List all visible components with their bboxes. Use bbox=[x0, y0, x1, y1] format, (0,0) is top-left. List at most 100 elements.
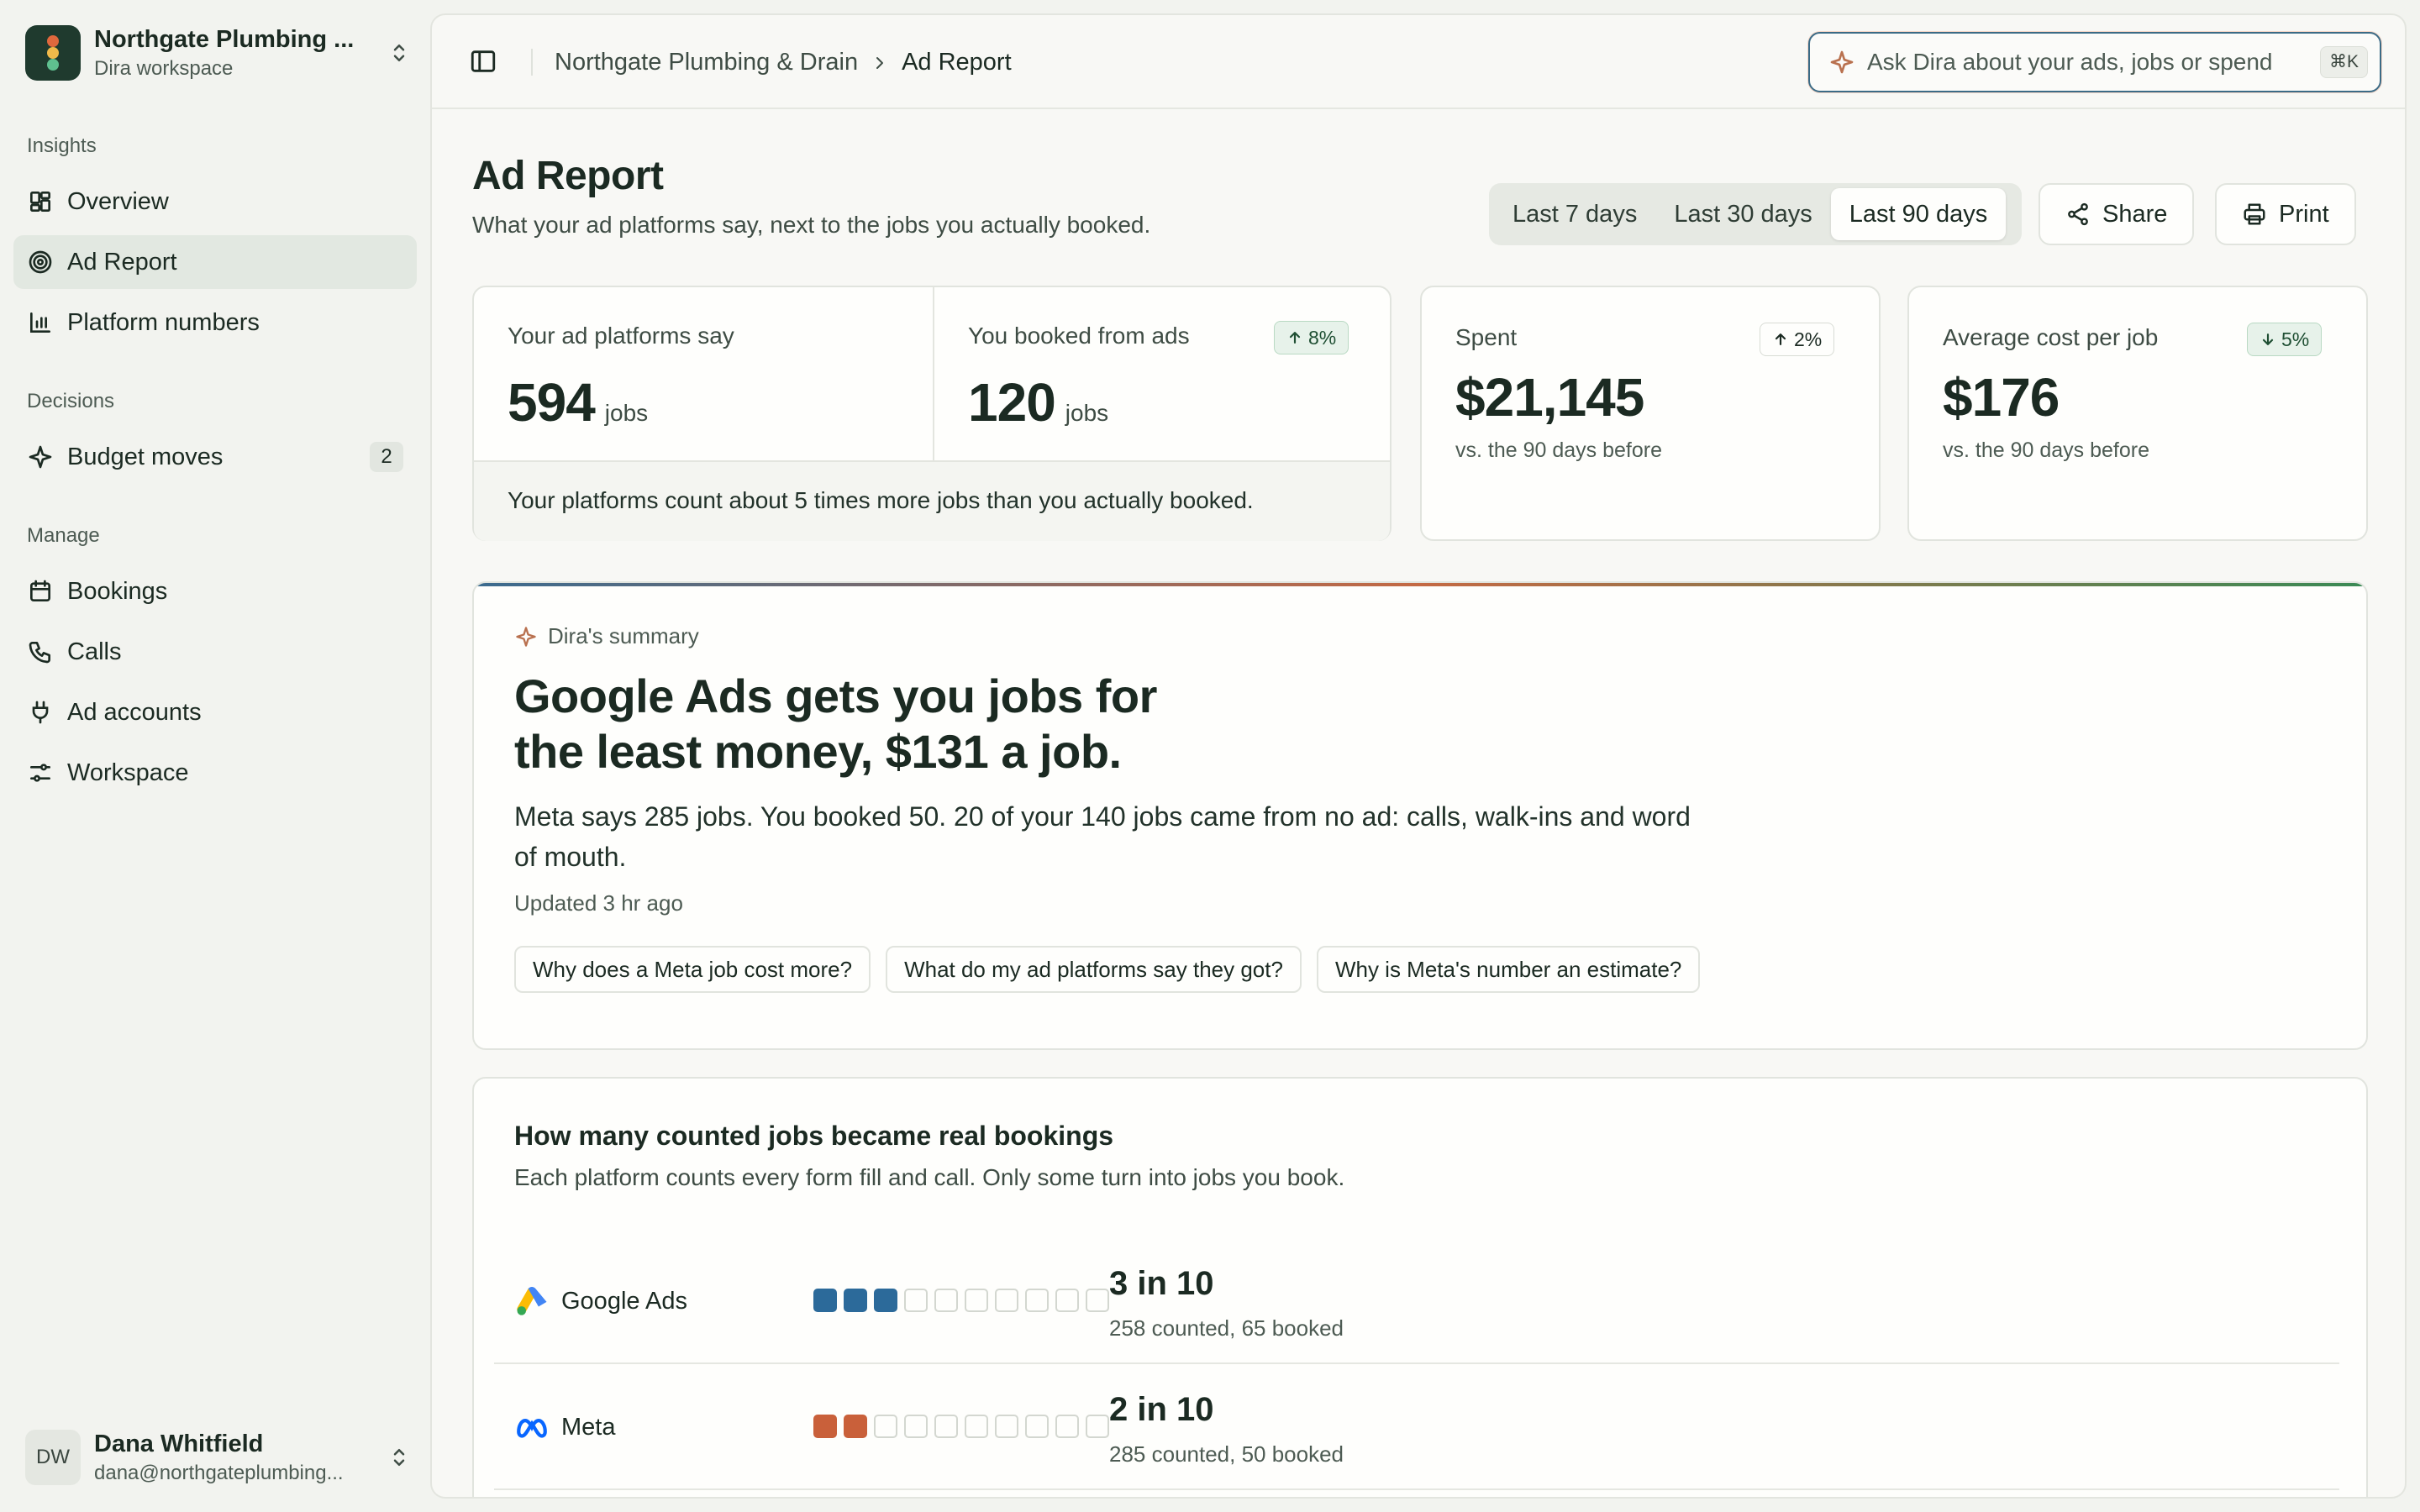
sidebar-item-workspace[interactable]: Workspace bbox=[13, 746, 417, 800]
print-label: Print bbox=[2279, 200, 2329, 228]
conversion-squares bbox=[813, 1289, 1116, 1312]
sidebar-item-label: Ad accounts bbox=[67, 698, 202, 726]
platforms-vs-booked-card: Your ad platforms say 594 jobs You booked… bbox=[472, 286, 1392, 541]
avatar: DW bbox=[25, 1430, 81, 1485]
platforms-say-label: Your ad platforms say bbox=[508, 323, 734, 349]
cost-per-job-note: vs. the 90 days before bbox=[1943, 438, 2149, 462]
sidebar-item-ad-accounts[interactable]: Ad accounts bbox=[13, 685, 417, 739]
summary-label: Dira's summary bbox=[514, 623, 699, 649]
filled-square bbox=[813, 1415, 837, 1438]
filled-square bbox=[813, 1289, 837, 1312]
spent-label: Spent bbox=[1455, 324, 1518, 350]
question-chip[interactable]: What do my ad platforms say they got? bbox=[886, 946, 1302, 993]
accent-stripe bbox=[474, 583, 2366, 586]
range-30-days[interactable]: Last 30 days bbox=[1655, 188, 1830, 240]
unit-label: jobs bbox=[604, 400, 649, 426]
sidebar-toggle-icon[interactable] bbox=[469, 47, 497, 76]
range-7-days[interactable]: Last 7 days bbox=[1494, 188, 1655, 240]
sidebar: Northgate Plumbing ... Dira workspace In… bbox=[0, 0, 430, 1512]
sidebar-item-label: Calls bbox=[67, 638, 122, 665]
spent-card: Spent 2% $21,145 vs. the 90 days before bbox=[1420, 286, 1881, 541]
filled-square bbox=[874, 1289, 897, 1312]
divider bbox=[933, 287, 934, 460]
suggested-questions: Why does a Meta job cost more? What do m… bbox=[514, 946, 1715, 993]
sidebar-item-label: Workspace bbox=[67, 759, 189, 786]
question-chip[interactable]: Why does a Meta job cost more? bbox=[514, 946, 871, 993]
platform-name: Meta bbox=[514, 1410, 615, 1445]
target-icon bbox=[29, 250, 52, 274]
conversion-ratio: 3 in 10 bbox=[1109, 1265, 1214, 1302]
app-shell: Northgate Plumbing ... Dira workspace In… bbox=[0, 0, 2420, 1512]
sidebar-item-overview[interactable]: Overview bbox=[13, 175, 417, 228]
sidebar-item-budget-moves[interactable]: Budget moves 2 bbox=[13, 430, 417, 484]
sidebar-item-bookings[interactable]: Bookings bbox=[13, 564, 417, 618]
conversion-row-google-ads: Google Ads 3 in 10 258 counted, 65 booke… bbox=[494, 1238, 2339, 1364]
conversion-squares bbox=[813, 1415, 1116, 1438]
chevron-right-icon bbox=[876, 56, 884, 69]
cost-per-job-value: $176 bbox=[1943, 367, 2060, 428]
arrow-down-icon bbox=[2262, 333, 2274, 345]
filled-square bbox=[844, 1415, 867, 1438]
dira-summary-card: Dira's summary Google Ads gets you jobs … bbox=[472, 581, 2368, 1050]
count-badge: 2 bbox=[370, 442, 403, 472]
breadcrumb-parent[interactable]: Northgate Plumbing & Drain bbox=[555, 49, 858, 76]
empty-square bbox=[934, 1289, 958, 1312]
cost-per-job-label: Average cost per job bbox=[1943, 324, 2159, 350]
platform-name: Google Ads bbox=[514, 1284, 687, 1319]
arrow-up-icon bbox=[1775, 333, 1786, 345]
user-menu[interactable]: DW Dana Whitfield dana@northgateplumbing… bbox=[25, 1428, 412, 1487]
sparkle-icon bbox=[1830, 50, 1854, 74]
page-subtitle: What your ad platforms say, next to the … bbox=[472, 212, 1151, 238]
workspace-name: Northgate Plumbing ... bbox=[94, 25, 355, 53]
summary-headline: Google Ads gets you jobs for the least m… bbox=[514, 669, 1157, 778]
conversion-detail: 285 counted, 50 booked bbox=[1109, 1441, 1344, 1467]
grid-icon bbox=[30, 192, 50, 212]
filled-square bbox=[844, 1289, 867, 1312]
conversion-ratio: 2 in 10 bbox=[1109, 1391, 1214, 1428]
nav-group-insights: Insights bbox=[27, 134, 97, 157]
conversion-detail: 258 counted, 65 booked bbox=[1109, 1315, 1344, 1341]
sidebar-item-label: Overview bbox=[67, 187, 169, 215]
print-button[interactable]: Print bbox=[2215, 183, 2356, 245]
workspace-subtitle: Dira workspace bbox=[94, 56, 234, 80]
empty-square bbox=[1055, 1415, 1079, 1438]
sidebar-item-calls[interactable]: Calls bbox=[13, 625, 417, 679]
printer-icon bbox=[2244, 203, 2265, 225]
sidebar-item-platform-numbers[interactable]: Platform numbers bbox=[13, 296, 417, 349]
breadcrumb-current: Ad Report bbox=[902, 49, 1012, 76]
nav-group-decisions: Decisions bbox=[27, 390, 115, 412]
breadcrumb: Northgate Plumbing & Drain Ad Report bbox=[555, 49, 1012, 76]
empty-square bbox=[965, 1289, 988, 1312]
conversion-row-meta: Meta 2 in 10 285 counted, 50 booked bbox=[494, 1364, 2339, 1490]
sidebar-item-label: Bookings bbox=[67, 577, 168, 605]
bar-chart-icon bbox=[30, 312, 50, 333]
summary-body: Meta says 285 jobs. You booked 50. 20 of… bbox=[514, 801, 1691, 872]
google-ads-icon bbox=[517, 1287, 547, 1315]
share-label: Share bbox=[2102, 200, 2168, 228]
empty-square bbox=[874, 1415, 897, 1438]
conversion-subtitle: Each platform counts every form fill and… bbox=[514, 1164, 1345, 1190]
conversion-card: How many counted jobs became real bookin… bbox=[472, 1077, 2368, 1497]
empty-square bbox=[1086, 1415, 1109, 1438]
question-chip[interactable]: Why is Meta's number an estimate? bbox=[1316, 946, 1701, 993]
conversion-title: How many counted jobs became real bookin… bbox=[514, 1121, 1114, 1151]
cost-per-job-card: Average cost per job 5% $176 vs. the 90 … bbox=[1907, 286, 2368, 541]
ask-dira-placeholder: Ask Dira about your ads, jobs or spend bbox=[1867, 49, 2273, 75]
empty-square bbox=[904, 1289, 928, 1312]
empty-square bbox=[995, 1415, 1018, 1438]
share-button[interactable]: Share bbox=[2039, 183, 2195, 245]
sliders-icon bbox=[30, 764, 50, 782]
top-bar: Northgate Plumbing & Drain Ad Report Ask… bbox=[432, 15, 2405, 109]
arrow-up-icon bbox=[1289, 332, 1301, 344]
workspace-switcher[interactable]: Northgate Plumbing ... Dira workspace bbox=[25, 25, 412, 81]
range-90-days[interactable]: Last 90 days bbox=[1830, 188, 2007, 240]
plug-icon bbox=[32, 701, 49, 724]
share-icon bbox=[2068, 202, 2088, 226]
chevron-up-down-icon bbox=[393, 45, 405, 61]
ask-dira-input[interactable]: Ask Dira about your ads, jobs or spend ⌘… bbox=[1808, 32, 2381, 92]
main-panel: Northgate Plumbing & Drain Ad Report Ask… bbox=[430, 13, 2407, 1499]
sparkle-icon bbox=[516, 626, 536, 647]
sidebar-item-label: Platform numbers bbox=[67, 308, 260, 336]
empty-square bbox=[1025, 1289, 1049, 1312]
sidebar-item-ad-report[interactable]: Ad Report bbox=[13, 235, 417, 289]
